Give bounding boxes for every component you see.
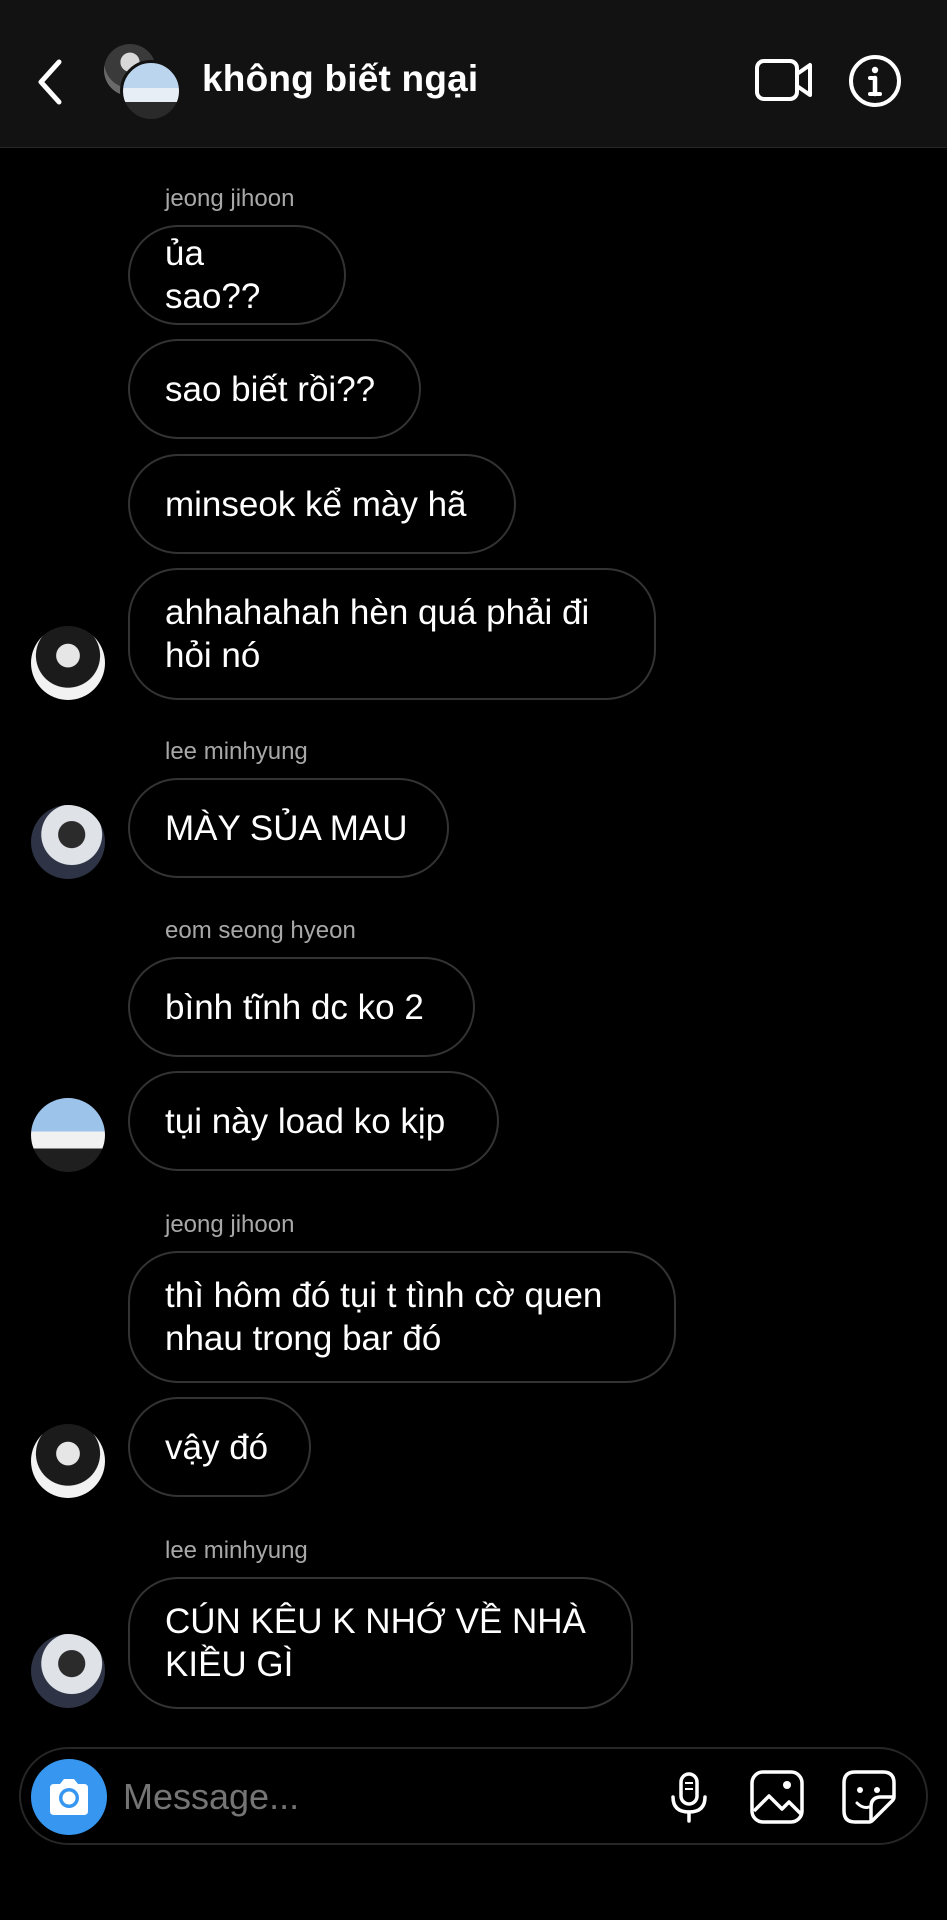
sticker-icon [842, 1770, 896, 1824]
camera-button[interactable] [31, 1759, 107, 1835]
message-bubble[interactable]: thì hôm đó tụi t tình cờ quen nhau trong… [128, 1251, 676, 1383]
gallery-icon [750, 1770, 804, 1824]
message-composer [19, 1747, 928, 1845]
back-chevron-icon [38, 59, 62, 105]
info-button[interactable] [848, 54, 902, 108]
group-avatar[interactable] [104, 44, 182, 122]
chat-header: không biết ngại [0, 0, 947, 148]
info-icon [849, 55, 901, 107]
sender-name: lee minhyung [165, 1537, 308, 1564]
sender-name: jeong jihoon [165, 1211, 295, 1238]
message-bubble[interactable]: tụi này load ko kịp [128, 1071, 499, 1171]
avatar-lee-minhyung[interactable] [31, 1634, 105, 1708]
avatar-eom-seong-hyeon[interactable] [31, 1098, 105, 1172]
avatar-jeong-jihoon[interactable] [31, 1424, 105, 1498]
message-bubble[interactable]: ủa sao?? [128, 225, 346, 325]
gallery-button[interactable] [749, 1769, 805, 1825]
message-bubble[interactable]: vậy đó [128, 1397, 311, 1497]
message-bubble[interactable]: bình tĩnh dc ko 2 [128, 957, 475, 1057]
message-input[interactable] [123, 1776, 503, 1818]
message-bubble[interactable]: MÀY SỦA MAU [128, 778, 449, 878]
message-bubble[interactable]: sao biết rồi?? [128, 339, 421, 439]
avatar-lee-minhyung[interactable] [31, 805, 105, 879]
sender-name: jeong jihoon [165, 185, 295, 212]
camera-icon [50, 1779, 88, 1815]
voice-message-button[interactable] [661, 1769, 717, 1825]
message-bubble[interactable]: CÚN KÊU K NHỚ VỀ NHÀ KIỀU GÌ [128, 1577, 633, 1709]
message-bubble[interactable]: minseok kể mày hã [128, 454, 516, 554]
microphone-icon [671, 1772, 707, 1823]
chat-title[interactable]: không biết ngại [202, 58, 478, 100]
message-bubble[interactable]: ahhahahah hèn quá phải đi hỏi nó [128, 568, 656, 700]
group-avatar-member-2 [120, 60, 182, 122]
sticker-button[interactable] [841, 1769, 897, 1825]
back-button[interactable] [28, 52, 76, 112]
sender-name: lee minhyung [165, 738, 308, 765]
video-call-icon [755, 59, 812, 101]
video-call-button[interactable] [754, 56, 814, 104]
avatar-jeong-jihoon[interactable] [31, 626, 105, 700]
sender-name: eom seong hyeon [165, 917, 356, 944]
